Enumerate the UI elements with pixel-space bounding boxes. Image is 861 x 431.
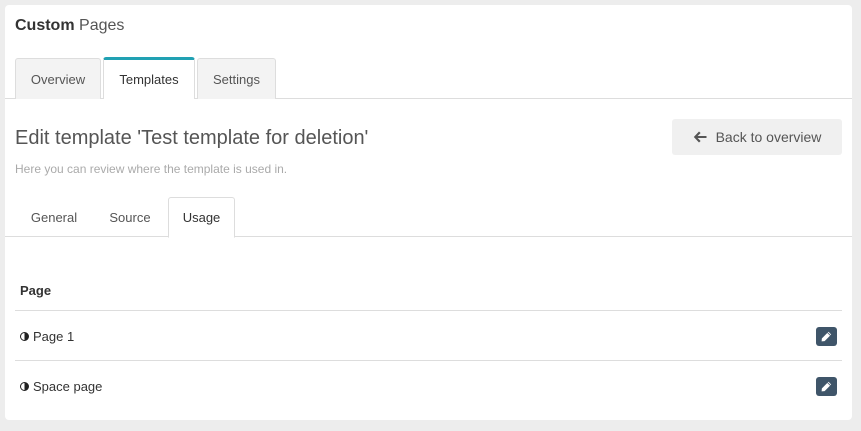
tab-settings-label: Settings (213, 71, 260, 87)
half-circle-icon (20, 381, 29, 391)
tab-overview[interactable]: Overview (15, 58, 101, 99)
tab-usage-label: Usage (182, 210, 221, 225)
edit-page-button[interactable] (816, 326, 837, 346)
heading-light: Pages (79, 17, 125, 34)
edit-page-button[interactable] (816, 376, 837, 396)
row-page-cell: Page 1 (20, 329, 74, 344)
panel-heading: Custom Pages (15, 17, 124, 35)
arrow-left-icon (693, 131, 707, 143)
back-to-overview-label: Back to overview (715, 129, 822, 145)
tab-general[interactable]: General (15, 197, 93, 237)
top-tabs: Overview Templates Settings (5, 57, 852, 99)
edit-template-subtitle: Here you can review where the template i… (15, 162, 288, 176)
pencil-icon (821, 381, 832, 391)
row-page-name: Space page (33, 378, 103, 394)
table-row: Page 1 (15, 311, 842, 361)
tab-settings[interactable]: Settings (197, 58, 276, 99)
row-page-cell: Space page (20, 379, 102, 394)
row-page-name: Page 1 (33, 328, 75, 344)
tab-templates-label: Templates (119, 72, 179, 87)
tab-source[interactable]: Source (93, 197, 167, 237)
back-to-overview-button[interactable]: Back to overview (672, 119, 842, 155)
tab-general-label: General (30, 209, 78, 225)
half-circle-icon (20, 331, 29, 341)
table-row: Space page (15, 361, 842, 411)
custom-pages-panel: Custom Pages Overview Templates Settings… (5, 5, 852, 420)
heading-bold: Custom (15, 17, 75, 34)
tab-templates[interactable]: Templates (103, 57, 195, 99)
pencil-icon (821, 331, 832, 341)
tab-usage[interactable]: Usage (168, 197, 235, 238)
column-header-page: Page (20, 283, 52, 298)
edit-template-title: Edit template 'Test template for deletio… (15, 127, 369, 149)
tab-source-label: Source (109, 209, 151, 225)
sub-tabs: General Source Usage (5, 197, 852, 238)
tab-overview-label: Overview (30, 71, 86, 87)
